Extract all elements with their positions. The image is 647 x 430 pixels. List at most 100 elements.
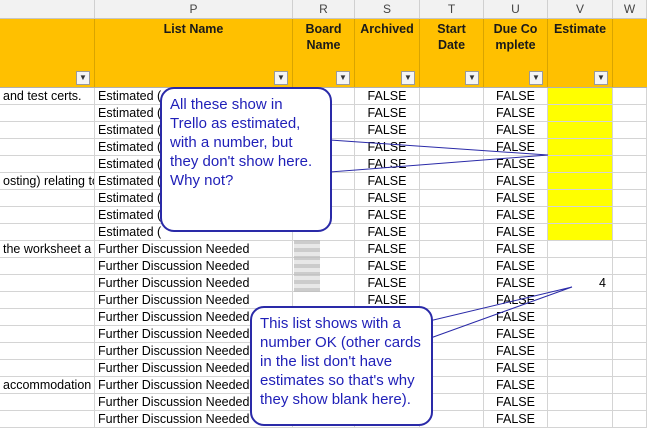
filter-active-icon[interactable]: ▼ bbox=[274, 71, 288, 85]
cell-o[interactable] bbox=[0, 360, 95, 377]
cell-t[interactable] bbox=[420, 241, 484, 258]
cell-o[interactable] bbox=[0, 224, 95, 241]
cell-u[interactable]: FALSE bbox=[484, 224, 548, 241]
cell-t[interactable] bbox=[420, 88, 484, 105]
cell-s[interactable]: FALSE bbox=[355, 156, 420, 173]
cell-t[interactable] bbox=[420, 224, 484, 241]
cell-v[interactable] bbox=[548, 139, 613, 156]
cell-w[interactable] bbox=[613, 326, 647, 343]
filter-dropdown-icon[interactable]: ▼ bbox=[465, 71, 479, 85]
cell-u[interactable]: FALSE bbox=[484, 275, 548, 292]
cell-s[interactable]: FALSE bbox=[355, 241, 420, 258]
cell-v[interactable] bbox=[548, 241, 613, 258]
cell-o[interactable] bbox=[0, 258, 95, 275]
cell-v[interactable] bbox=[548, 394, 613, 411]
cell-w[interactable] bbox=[613, 105, 647, 122]
cell-u[interactable]: FALSE bbox=[484, 411, 548, 428]
cell-t[interactable] bbox=[420, 139, 484, 156]
column-letter-p[interactable]: P bbox=[95, 0, 293, 18]
cell-t[interactable] bbox=[420, 292, 484, 309]
cell-u[interactable]: FALSE bbox=[484, 207, 548, 224]
cell-u[interactable]: FALSE bbox=[484, 88, 548, 105]
cell-p[interactable]: Further Discussion Needed bbox=[95, 275, 293, 292]
column-letter-t[interactable]: T bbox=[420, 0, 484, 18]
cell-v[interactable] bbox=[548, 292, 613, 309]
cell-o[interactable] bbox=[0, 292, 95, 309]
cell-t[interactable] bbox=[420, 258, 484, 275]
cell-v[interactable] bbox=[548, 326, 613, 343]
cell-v[interactable]: 4 bbox=[548, 275, 613, 292]
cell-o[interactable] bbox=[0, 139, 95, 156]
cell-v[interactable] bbox=[548, 360, 613, 377]
cell-v[interactable] bbox=[548, 88, 613, 105]
cell-v[interactable] bbox=[548, 309, 613, 326]
cell-v[interactable] bbox=[548, 343, 613, 360]
cell-w[interactable] bbox=[613, 224, 647, 241]
cell-w[interactable] bbox=[613, 139, 647, 156]
cell-u[interactable]: FALSE bbox=[484, 105, 548, 122]
cell-u[interactable]: FALSE bbox=[484, 258, 548, 275]
cell-o[interactable] bbox=[0, 122, 95, 139]
cell-w[interactable] bbox=[613, 88, 647, 105]
cell-w[interactable] bbox=[613, 377, 647, 394]
cell-w[interactable] bbox=[613, 241, 647, 258]
cell-s[interactable]: FALSE bbox=[355, 88, 420, 105]
filter-dropdown-icon[interactable]: ▼ bbox=[594, 71, 608, 85]
cell-o[interactable]: accommodation bbox=[0, 377, 95, 394]
cell-s[interactable]: FALSE bbox=[355, 105, 420, 122]
cell-u[interactable]: FALSE bbox=[484, 377, 548, 394]
cell-w[interactable] bbox=[613, 360, 647, 377]
cell-w[interactable] bbox=[613, 207, 647, 224]
cell-p[interactable]: Further Discussion Needed bbox=[95, 258, 293, 275]
cell-u[interactable]: FALSE bbox=[484, 173, 548, 190]
cell-o[interactable]: the worksheet a bbox=[0, 241, 95, 258]
cell-o[interactable] bbox=[0, 343, 95, 360]
cell-v[interactable] bbox=[548, 173, 613, 190]
cell-t[interactable] bbox=[420, 122, 484, 139]
cell-u[interactable]: FALSE bbox=[484, 139, 548, 156]
cell-w[interactable] bbox=[613, 122, 647, 139]
cell-o[interactable] bbox=[0, 309, 95, 326]
cell-w[interactable] bbox=[613, 343, 647, 360]
cell-u[interactable]: FALSE bbox=[484, 309, 548, 326]
column-letter-u[interactable]: U bbox=[484, 0, 548, 18]
cell-t[interactable] bbox=[420, 207, 484, 224]
cell-o[interactable] bbox=[0, 105, 95, 122]
cell-v[interactable] bbox=[548, 122, 613, 139]
cell-o[interactable] bbox=[0, 394, 95, 411]
cell-w[interactable] bbox=[613, 292, 647, 309]
cell-u[interactable]: FALSE bbox=[484, 190, 548, 207]
cell-v[interactable] bbox=[548, 411, 613, 428]
cell-w[interactable] bbox=[613, 309, 647, 326]
cell-o[interactable] bbox=[0, 156, 95, 173]
cell-u[interactable]: FALSE bbox=[484, 343, 548, 360]
cell-t[interactable] bbox=[420, 275, 484, 292]
cell-o[interactable]: and test certs. bbox=[0, 88, 95, 105]
column-letter-w[interactable]: W bbox=[613, 0, 647, 18]
cell-t[interactable] bbox=[420, 105, 484, 122]
cell-w[interactable] bbox=[613, 394, 647, 411]
cell-s[interactable]: FALSE bbox=[355, 139, 420, 156]
column-letter-o[interactable] bbox=[0, 0, 95, 18]
cell-s[interactable]: FALSE bbox=[355, 122, 420, 139]
filter-dropdown-icon[interactable]: ▼ bbox=[336, 71, 350, 85]
cell-w[interactable] bbox=[613, 275, 647, 292]
cell-v[interactable] bbox=[548, 377, 613, 394]
cell-s[interactable]: FALSE bbox=[355, 173, 420, 190]
cell-v[interactable] bbox=[548, 258, 613, 275]
cell-t[interactable] bbox=[420, 156, 484, 173]
cell-u[interactable]: FALSE bbox=[484, 394, 548, 411]
column-letter-r[interactable]: R bbox=[293, 0, 355, 18]
cell-v[interactable] bbox=[548, 105, 613, 122]
column-letter-s[interactable]: S bbox=[355, 0, 420, 18]
cell-s[interactable]: FALSE bbox=[355, 275, 420, 292]
cell-t[interactable] bbox=[420, 190, 484, 207]
cell-v[interactable] bbox=[548, 224, 613, 241]
cell-u[interactable]: FALSE bbox=[484, 326, 548, 343]
cell-o[interactable]: osting) relating to bbox=[0, 173, 95, 190]
cell-o[interactable] bbox=[0, 275, 95, 292]
cell-s[interactable]: FALSE bbox=[355, 190, 420, 207]
cell-v[interactable] bbox=[548, 207, 613, 224]
cell-w[interactable] bbox=[613, 156, 647, 173]
cell-v[interactable] bbox=[548, 190, 613, 207]
